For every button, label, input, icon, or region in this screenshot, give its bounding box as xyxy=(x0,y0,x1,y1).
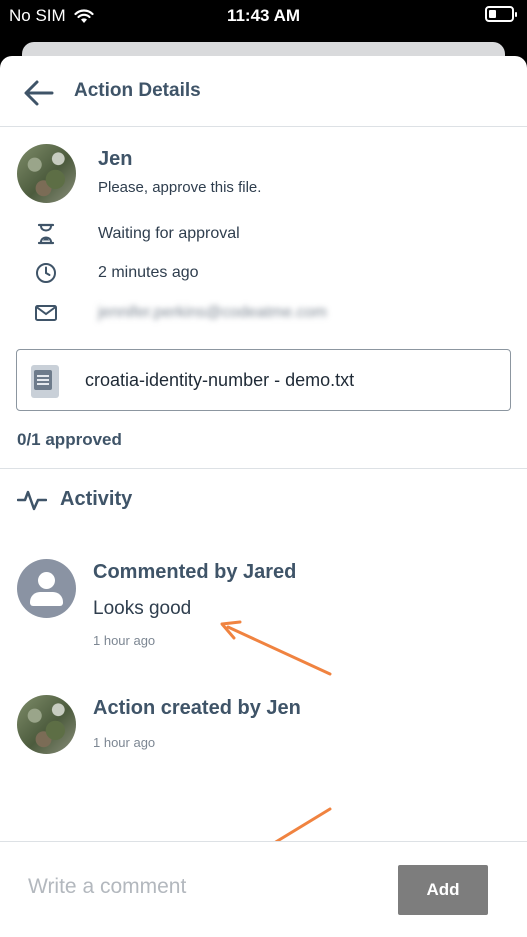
email-row: jennifer.perkins@codeatme.com xyxy=(0,300,527,326)
comment-input[interactable] xyxy=(28,872,368,902)
approval-summary: 0/1 approved xyxy=(17,430,122,449)
default-user-avatar xyxy=(17,559,76,618)
attached-file[interactable]: croatia-identity-number - demo.txt xyxy=(16,349,511,411)
status-text: Waiting for approval xyxy=(98,225,240,242)
activity-item-title: Commented by Jared xyxy=(93,561,297,583)
status-bar: No SIM 11:43 AM xyxy=(0,0,527,30)
creator-avatar xyxy=(17,695,76,754)
add-comment-button[interactable]: Add xyxy=(398,865,488,915)
battery-icon xyxy=(485,6,517,22)
activity-heading: Activity xyxy=(60,488,133,510)
time-text: 2 minutes ago xyxy=(98,264,199,281)
divider xyxy=(0,468,527,469)
clock-icon xyxy=(36,263,56,283)
document-icon xyxy=(31,365,59,398)
status-row: Waiting for approval xyxy=(0,221,527,247)
status-time: 11:43 AM xyxy=(226,6,301,25)
envelope-icon xyxy=(35,305,57,321)
file-name: croatia-identity-number - demo.txt xyxy=(85,370,355,390)
time-row: 2 minutes ago xyxy=(0,260,527,286)
annotation-arrow xyxy=(220,620,332,676)
email-text: jennifer.perkins@codeatme.com xyxy=(98,304,327,321)
activity-item-title: Action created by Jen xyxy=(93,697,301,719)
comment-composer: Add xyxy=(0,841,527,937)
action-details-sheet: Action Details Jen Please, approve this … xyxy=(0,56,527,937)
activity-pulse-icon xyxy=(17,490,47,511)
owner-message: Please, approve this file. xyxy=(98,179,262,196)
activity-item-comment: Looks good xyxy=(93,598,192,619)
page-title: Action Details xyxy=(74,80,201,101)
owner-avatar xyxy=(17,144,76,203)
header: Action Details xyxy=(0,56,527,127)
back-arrow-icon[interactable] xyxy=(22,76,56,110)
owner-name: Jen xyxy=(98,148,133,170)
activity-item-time: 1 hour ago xyxy=(93,633,156,648)
activity-item-time: 1 hour ago xyxy=(93,735,156,750)
hourglass-icon xyxy=(37,223,55,245)
